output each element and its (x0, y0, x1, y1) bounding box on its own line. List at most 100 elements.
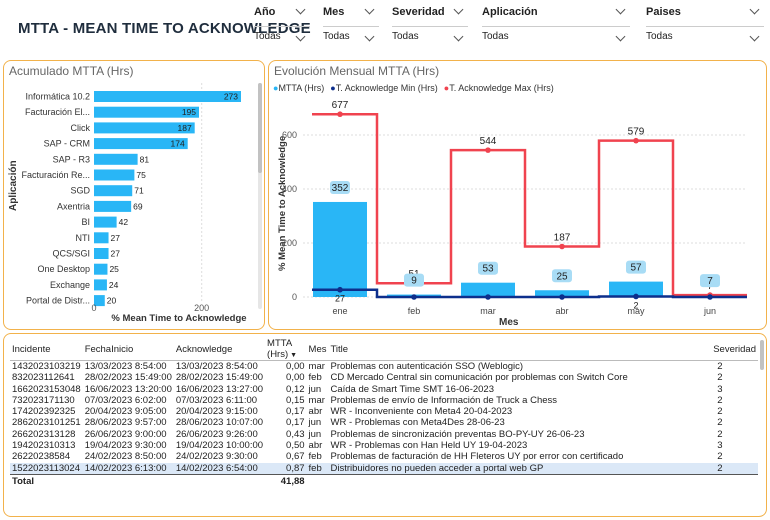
filter-year[interactable]: Año Todas (254, 4, 310, 44)
min-point (485, 294, 491, 300)
table-cell: 174202392325 (12, 406, 76, 418)
table-cell: 2862023101251 (12, 417, 81, 429)
accumulated-mtta-panel: Acumulado MTTA (Hrs) Aplicación Informát… (3, 60, 265, 330)
table-cell: 0,17 (286, 406, 305, 418)
column-header[interactable]: Title (328, 338, 711, 361)
max-data-label: 187 (554, 233, 571, 244)
table-cell: jun (308, 428, 322, 440)
table-cell: 24/02/2023 9:30:00 (175, 451, 258, 463)
table-row[interactable]: 1432023103219 13/03/2023 8:54:00 13/03/202… (10, 361, 758, 373)
chevron-down-icon[interactable] (749, 31, 760, 42)
table-cell: mar (308, 394, 325, 406)
y-tick-label: 400 (282, 184, 297, 194)
column-header[interactable]: Severidad (711, 338, 758, 361)
table-cell: 1432023103219 (12, 361, 81, 372)
bar (94, 153, 138, 165)
chevron-down-icon[interactable] (749, 4, 760, 15)
y-tick-label: 600 (282, 130, 297, 140)
chevron-down-icon[interactable] (364, 31, 375, 42)
table-cell: Problemas de facturación de HH Fleteros … (330, 451, 624, 463)
data-label: 20 (107, 296, 117, 306)
table-cell: Problemas de envío de Información de Tru… (330, 394, 558, 406)
table-row[interactable]: 194202310313 19/04/2023 9:30:00 19/04/2023… (10, 440, 758, 451)
table-cell: 194202310313 (12, 440, 76, 452)
table-cell: 28/02/2023 15:49:00 (84, 372, 172, 384)
max-point (337, 111, 343, 118)
chevron-down-icon[interactable] (615, 31, 626, 42)
table-cell: 2 (711, 462, 758, 475)
data-label: 25 (109, 264, 119, 274)
scrollbar[interactable] (258, 83, 262, 309)
x-tick-label: mar (480, 306, 496, 316)
table-cell: 07/03/2023 6:11:00 (175, 394, 258, 406)
chevron-down-icon[interactable] (364, 4, 375, 15)
chevron-down-icon[interactable] (615, 4, 626, 15)
table-cell: 26/06/2023 9:00:00 (84, 428, 167, 440)
table-row[interactable]: 174202392325 20/04/2023 9:05:00 20/04/2023… (10, 406, 758, 417)
sort-descending-icon[interactable]: ▼ (290, 352, 297, 359)
table-row[interactable]: 832023112641 28/02/2023 15:49:00 28/02/202… (10, 372, 758, 383)
category-label: SAP - CRM (44, 139, 90, 149)
table-cell: 14/02/2023 6:13:00 (82, 462, 174, 475)
chevron-down-icon[interactable] (453, 31, 464, 42)
data-label: 27 (111, 233, 121, 243)
table-row[interactable]: 266202313128 26/06/2023 9:00:00 26/06/2023… (10, 429, 758, 440)
table-cell: 14/02/2023 6:54:00 (173, 462, 266, 475)
table-cell: mar (308, 361, 325, 372)
table-cell: 19/04/2023 10:00:00 (175, 440, 264, 452)
table-row[interactable]: 732023171130 07/03/2023 6:02:00 07/03/2023… (10, 395, 758, 406)
max-data-label: 544 (480, 136, 497, 147)
data-label: 42 (119, 217, 129, 227)
filter-value: Todas (392, 31, 419, 42)
table-cell: 0,67 (286, 451, 305, 463)
chevron-down-icon[interactable] (453, 4, 464, 15)
table-cell: 732023171130 (12, 394, 75, 406)
column-header[interactable]: Mes (307, 338, 329, 361)
filter-severity[interactable]: Severidad Todas (392, 4, 468, 44)
table-cell: 07/03/2023 6:02:00 (84, 394, 167, 406)
bar-data-label: 57 (630, 263, 642, 274)
table-cell: 0,00 (286, 372, 305, 384)
category-label: NTI (76, 233, 91, 243)
bar (94, 185, 133, 197)
column-header[interactable]: Acknowledge (174, 338, 265, 361)
table-cell: 0,15 (286, 394, 305, 406)
min-data-label: 27 (335, 294, 345, 304)
chevron-down-icon[interactable] (295, 4, 306, 15)
table-cell: 1662023153048 (12, 383, 81, 395)
table-row[interactable]: 26220238584 24/02/2023 8:50:00 24/02/2023 … (10, 451, 758, 462)
bar (94, 169, 135, 181)
scrollbar[interactable] (760, 340, 764, 370)
table-cell: Caída de Smart Time SMT 16-06-2023 (330, 383, 494, 395)
table-cell: 0,00 (286, 361, 305, 372)
table-cell: 13/03/2023 8:54:00 (84, 361, 167, 372)
bar-data-label: 25 (556, 271, 568, 282)
table-row[interactable]: 2862023101251 28/06/2023 9:57:00 28/06/202… (10, 417, 758, 428)
bar (94, 279, 107, 291)
table-row[interactable]: 1522023113024 14/02/2023 6:13:00 14/02/202… (10, 462, 758, 475)
table-cell: 20/04/2023 9:05:00 (84, 406, 167, 418)
filter-application[interactable]: Aplicación Todas (482, 4, 630, 44)
table-row[interactable]: 1662023153048 16/06/2023 13:20:00 16/06/20… (10, 384, 758, 395)
table-cell: 24/02/2023 8:50:00 (84, 451, 167, 463)
column-header[interactable]: FechaInicio (83, 338, 174, 361)
monthly-combo-chart: 0200400600enefebmarabrmayjun677352275195… (282, 100, 747, 316)
data-label: 27 (111, 249, 121, 259)
column-header[interactable]: Incidente (10, 338, 83, 361)
table-cell: 0,87 (265, 462, 307, 475)
table-cell: jun (308, 417, 322, 429)
table-cell: 0,50 (286, 440, 305, 452)
monthly-mtta-panel: Evolución Mensual MTTA (Hrs) ●MTTA (Hrs)… (268, 60, 767, 330)
chevron-down-icon[interactable] (295, 31, 306, 42)
min-point (559, 294, 565, 300)
filter-month[interactable]: Mes Todas (323, 4, 379, 44)
data-label: 71 (134, 186, 144, 196)
filter-label: Aplicación (482, 6, 538, 18)
filter-country[interactable]: Paises Todas (646, 4, 764, 44)
data-label: 81 (140, 154, 150, 164)
table-cell: Distribuidores no pueden acceder a porta… (328, 462, 712, 475)
column-header[interactable]: MTTA (Hrs) ▼ (265, 338, 307, 361)
table-cell: 28/06/2023 10:07:00 (175, 417, 264, 429)
x-tick-label: abr (555, 306, 568, 316)
x-tick-label: 0 (91, 303, 96, 313)
